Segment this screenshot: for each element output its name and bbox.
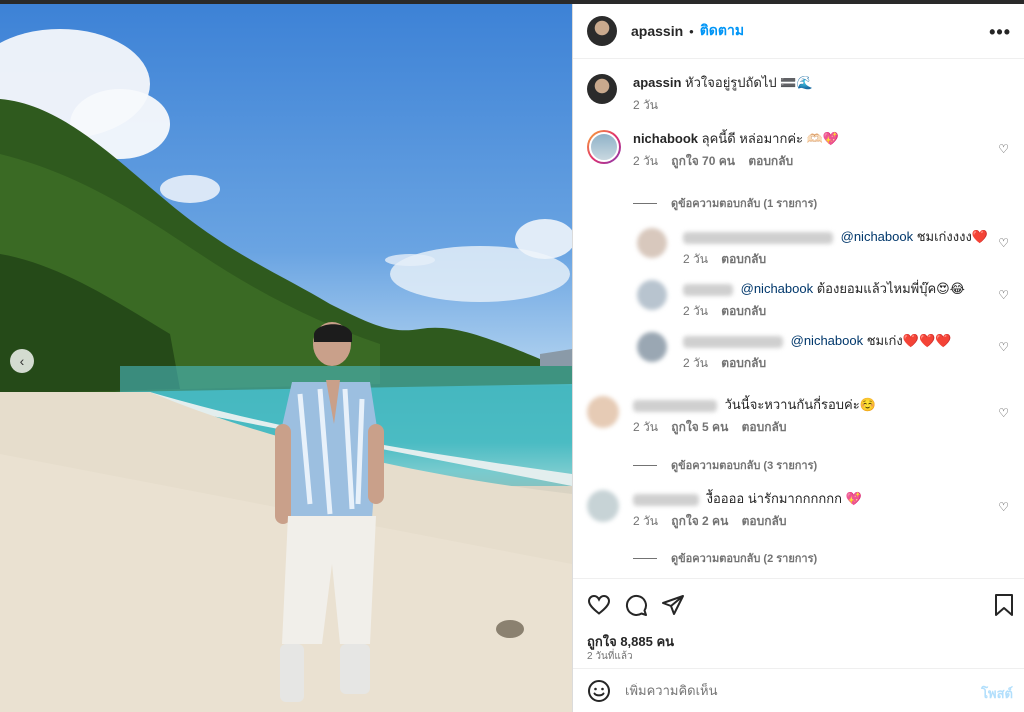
comment-input[interactable] xyxy=(625,683,965,698)
comment-bubble-icon[interactable] xyxy=(624,593,648,617)
comment-time: 2 วัน xyxy=(633,154,658,168)
post-comment-button[interactable]: โพสต์ xyxy=(981,683,1013,704)
post-side-panel: apassin • ติดตาม ••• apassin หัวใจอยู่รู… xyxy=(572,4,1024,712)
post-timestamp: 2 วันที่แล้ว xyxy=(587,651,633,662)
replier-avatar[interactable] xyxy=(637,280,667,310)
heart-icon[interactable]: ♡ xyxy=(998,406,1009,420)
comment-time: 2 วัน xyxy=(633,420,658,434)
view-replies-label: ดูข้อความตอบกลับ (1 รายการ) xyxy=(671,198,818,210)
caption-avatar[interactable] xyxy=(587,74,617,104)
commenter-avatar[interactable] xyxy=(587,490,619,522)
chevron-left-icon: ‹ xyxy=(19,353,25,369)
reply-mention[interactable]: @nichabook xyxy=(741,281,813,296)
commenter-avatar[interactable] xyxy=(587,130,621,164)
instagram-post-modal: ‹ apassin • ติดตาม ••• apassin หัวใจอยู่… xyxy=(0,0,1024,712)
blurred-username[interactable] xyxy=(683,335,783,348)
reply-text: ชมเก่ง❤️❤️❤️ xyxy=(866,333,952,348)
reply-button[interactable]: ตอบกลับ xyxy=(721,356,766,370)
comment-likes[interactable]: ถูกใจ 5 คน xyxy=(671,420,728,434)
emoji-smile-icon[interactable] xyxy=(587,679,611,703)
reply-button[interactable]: ตอบกลับ xyxy=(721,252,766,266)
blurred-username[interactable] xyxy=(633,493,699,506)
reply-button[interactable]: ตอบกลับ xyxy=(742,514,787,528)
comment-item: nichabook ลุคนี้ดี หล่อมากค่ะ 🫶🏻💖 2 วัน … xyxy=(587,130,1017,180)
divider-line xyxy=(633,557,657,559)
reply-item: @nichabook ชมเก่ง❤️❤️❤️ 2 วัน ตอบกลับ ♡ xyxy=(637,332,1017,372)
reply-text: ชมเก่งงงง❤️ xyxy=(916,229,989,244)
reply-text: ต้องยอมแล้วไหมพี่บุ๊ค😍😂 xyxy=(816,281,965,296)
comment-likes[interactable]: ถูกใจ 2 คน xyxy=(671,514,728,528)
post-header: apassin • ติดตาม ••• xyxy=(573,4,1024,59)
previous-photo-button[interactable]: ‹ xyxy=(10,349,34,373)
reply-button[interactable]: ตอบกลับ xyxy=(742,420,787,434)
commenter-avatar[interactable] xyxy=(587,396,619,428)
post-actions: ถูกใจ 8,885 คน 2 วันที่แล้ว xyxy=(573,578,1024,668)
more-horizontal-icon[interactable]: ••• xyxy=(989,22,1011,43)
reply-mention[interactable]: @nichabook xyxy=(791,333,863,348)
heart-icon[interactable]: ♡ xyxy=(998,288,1009,302)
heart-icon[interactable]: ♡ xyxy=(998,500,1009,514)
replier-avatar[interactable] xyxy=(637,228,667,258)
comment-text: วันนี้จะหวานกันกี่รอบค่ะ☺️ xyxy=(724,397,876,412)
view-replies-button[interactable]: ดูข้อความตอบกลับ (2 รายการ) xyxy=(633,549,817,567)
caption: apassin หัวใจอยู่รูปถัดไป 🟰🌊 2 วัน xyxy=(587,74,1017,114)
share-send-icon[interactable] xyxy=(661,593,685,617)
blurred-username[interactable] xyxy=(683,231,833,244)
comment-item: งื้ออออ น่ารักมากกกกกก 💖 2 วัน ถูกใจ 2 ค… xyxy=(587,490,1017,534)
divider-line xyxy=(633,464,657,466)
heart-icon[interactable]: ♡ xyxy=(998,340,1009,354)
reply-item: @nichabook ต้องยอมแล้วไหมพี่บุ๊ค😍😂 2 วัน… xyxy=(637,280,1017,320)
caption-text: หัวใจอยู่รูปถัดไป 🟰🌊 xyxy=(685,75,813,90)
like-heart-icon[interactable] xyxy=(587,593,611,617)
divider-line xyxy=(633,202,657,204)
reply-time: 2 วัน xyxy=(683,252,708,266)
view-replies-button[interactable]: ดูข้อความตอบกลับ (1 รายการ) xyxy=(633,194,817,212)
heart-icon[interactable]: ♡ xyxy=(998,142,1009,156)
reply-item: @nichabook ชมเก่งงงง❤️ 2 วัน ตอบกลับ ♡ xyxy=(637,228,1017,268)
comment-item: วันนี้จะหวานกันกี่รอบค่ะ☺️ 2 วัน ถูกใจ 5… xyxy=(587,396,1017,440)
commenter-username[interactable]: nichabook xyxy=(633,131,698,146)
author-username[interactable]: apassin xyxy=(631,23,683,39)
view-replies-label: ดูข้อความตอบกลับ (3 รายการ) xyxy=(671,460,818,472)
add-comment-bar: โพสต์ xyxy=(573,668,1024,712)
reply-time: 2 วัน xyxy=(683,356,708,370)
bookmark-icon[interactable] xyxy=(993,593,1015,617)
post-photo: ‹ xyxy=(0,4,572,712)
follow-button[interactable]: ติดตาม xyxy=(700,20,744,42)
replier-avatar[interactable] xyxy=(637,332,667,362)
caption-time: 2 วัน xyxy=(633,98,658,112)
comment-text: ลุคนี้ดี หล่อมากค่ะ 🫶🏻💖 xyxy=(701,131,839,146)
comments-list: apassin หัวใจอยู่รูปถัดไป 🟰🌊 2 วัน nicha… xyxy=(573,60,1024,578)
heart-icon[interactable]: ♡ xyxy=(998,236,1009,250)
beach-scene-illustration xyxy=(0,29,572,712)
comment-text: งื้ออออ น่ารักมากกกกกก 💖 xyxy=(706,491,862,506)
reply-button[interactable]: ตอบกลับ xyxy=(721,304,766,318)
reply-button[interactable]: ตอบกลับ xyxy=(748,154,793,168)
view-replies-label: ดูข้อความตอบกลับ (2 รายการ) xyxy=(671,553,818,565)
author-avatar[interactable] xyxy=(587,16,617,46)
comment-time: 2 วัน xyxy=(633,514,658,528)
caption-username[interactable]: apassin xyxy=(633,75,681,90)
reply-time: 2 วัน xyxy=(683,304,708,318)
blurred-username[interactable] xyxy=(683,283,733,296)
blurred-username[interactable] xyxy=(633,399,717,412)
reply-mention[interactable]: @nichabook xyxy=(841,229,913,244)
separator-dot: • xyxy=(689,23,694,39)
comment-likes[interactable]: ถูกใจ 70 คน xyxy=(671,154,735,168)
view-replies-button[interactable]: ดูข้อความตอบกลับ (3 รายการ) xyxy=(633,456,817,474)
